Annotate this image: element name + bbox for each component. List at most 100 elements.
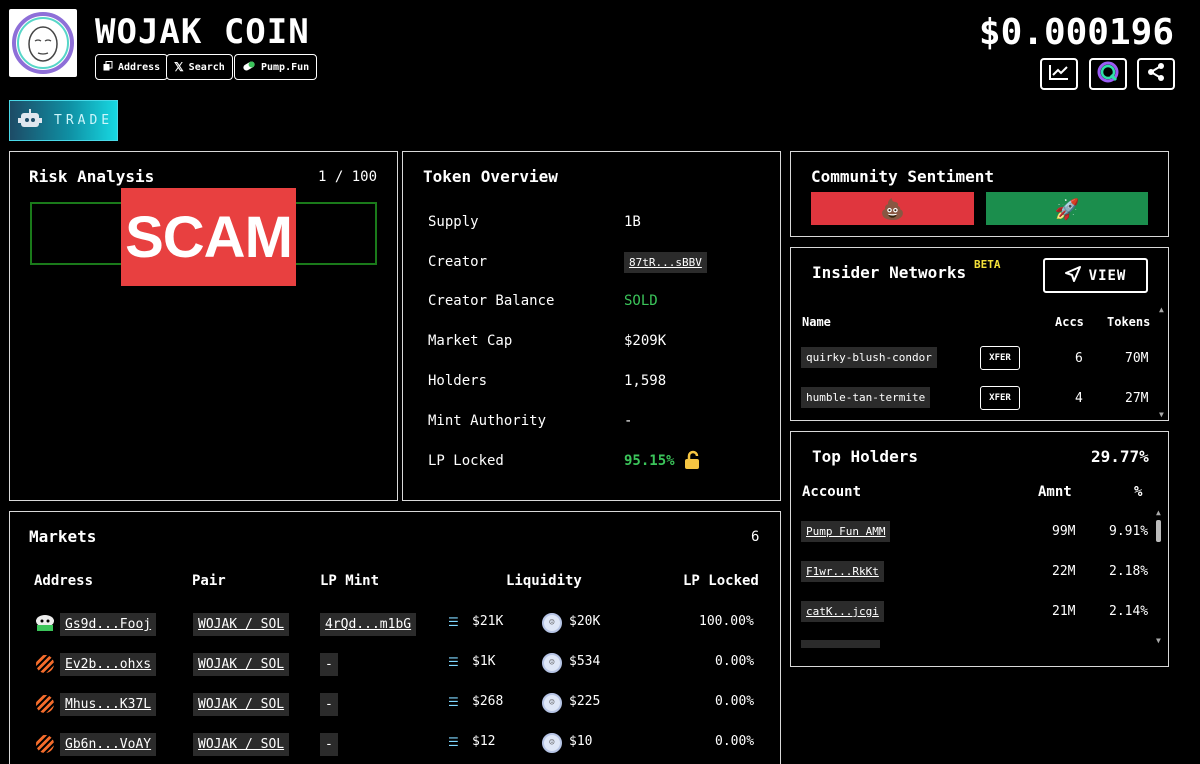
token-coin-icon: ☺: [542, 613, 562, 633]
overview-label: Creator Balance: [428, 293, 555, 309]
creator-address[interactable]: 87tR...sBBV: [624, 252, 707, 273]
sentiment-title: Community Sentiment: [811, 167, 995, 186]
market-lp-locked: 0.00%: [715, 654, 755, 669]
token-coin-icon: ☺: [542, 653, 562, 673]
holder-amount: 22M: [1052, 564, 1076, 579]
market-liquidity-sol: $268: [472, 694, 504, 709]
market-address[interactable]: Mhus...K37L: [60, 693, 157, 716]
holder-account[interactable]: F1wr...RkKt: [801, 561, 884, 582]
holder-percent: 2.18%: [1109, 564, 1149, 579]
token-coin-icon: ☺: [542, 733, 562, 753]
market-lp-locked: 0.00%: [715, 734, 755, 749]
market-pair[interactable]: WOJAK / SOL: [193, 693, 290, 716]
market-liquidity-token: $225: [569, 694, 601, 709]
market-liquidity-sol: $1K: [472, 654, 496, 669]
lock-icon: [683, 450, 703, 474]
market-pair[interactable]: WOJAK / SOL: [193, 653, 290, 676]
search-button-label: Search: [188, 61, 225, 73]
market-liquidity-sol: $21K: [472, 614, 504, 629]
insider-header-accs: Accs: [1055, 315, 1084, 329]
sol-icon: ☰: [448, 615, 459, 629]
holders-scroll-down-icon[interactable]: ▼: [1156, 636, 1161, 645]
mint-authority-value: -: [624, 413, 633, 429]
insider-tokens: 27M: [1125, 391, 1149, 406]
holders-scroll-up-icon[interactable]: ▲: [1156, 508, 1161, 517]
markets-title: Markets: [29, 527, 97, 546]
trade-button[interactable]: TRADE: [9, 100, 118, 141]
rocket-icon: 🚀: [1054, 196, 1080, 221]
holders-value: 1,598: [624, 373, 667, 389]
insider-header-name: Name: [802, 315, 831, 329]
holders-scrollbar[interactable]: [1156, 520, 1161, 542]
pumpswap-icon: [36, 655, 54, 673]
overview-title: Token Overview: [423, 167, 558, 186]
raydium-icon: [34, 614, 56, 636]
markets-header-pair: Pair: [192, 573, 226, 589]
insider-accs: 6: [1075, 351, 1083, 366]
vote-good-button[interactable]: 🚀: [986, 192, 1148, 225]
holders-header-pct: %: [1134, 484, 1143, 500]
explorer-button[interactable]: [1089, 58, 1127, 90]
holders-total: 29.77%: [1091, 447, 1149, 466]
address-button[interactable]: Address: [95, 54, 169, 80]
supply-value: 1B: [624, 214, 641, 230]
market-lp-mint: -: [320, 733, 338, 756]
token-coin-icon: ☺: [542, 693, 562, 713]
insider-title: Insider Networks: [812, 263, 967, 282]
market-liquidity-token: $20K: [569, 614, 601, 629]
pumpswap-icon: [36, 695, 54, 713]
pumpfun-button-label: Pump.Fun: [261, 61, 310, 73]
risk-score: 1 / 100: [318, 169, 378, 185]
robot-icon: [18, 108, 42, 133]
markets-panel: [9, 511, 781, 764]
creator-link[interactable]: 87tR...sBBV: [624, 252, 707, 273]
search-x-button[interactable]: 𝕏 Search: [166, 54, 233, 80]
market-pair[interactable]: WOJAK / SOL: [193, 733, 290, 756]
holder-amount: 21M: [1052, 604, 1076, 619]
pumpswap-icon: [36, 735, 54, 753]
scam-badge: SCAM: [121, 188, 296, 286]
view-insiders-button[interactable]: VIEW: [1043, 258, 1148, 293]
insider-accs: 4: [1075, 391, 1083, 406]
share-icon: [1146, 62, 1166, 86]
holder-row-partial: [801, 640, 880, 648]
insider-name[interactable]: humble-tan-termite: [801, 387, 931, 408]
explorer-logo-icon: [1097, 61, 1119, 87]
market-lp-mint[interactable]: 4rQd...m1bG: [320, 613, 417, 636]
holders-header-amnt: Amnt: [1038, 484, 1072, 500]
insider-row: quirky-blush-condor: [801, 346, 937, 368]
pumpfun-button[interactable]: Pump.Fun: [234, 54, 318, 80]
holders-title: Top Holders: [812, 447, 918, 466]
holder-account[interactable]: catK...jcgi: [801, 601, 884, 622]
insider-header-tokens: Tokens: [1107, 315, 1151, 329]
chart-button[interactable]: [1040, 58, 1078, 90]
market-address[interactable]: Gs9d...Fooj: [60, 613, 157, 636]
vote-bad-button[interactable]: 💩: [811, 192, 974, 225]
market-liquidity-sol: $12: [472, 734, 496, 749]
share-button[interactable]: [1137, 58, 1175, 90]
sol-icon: ☰: [448, 695, 459, 709]
token-price: $0.000196: [978, 12, 1174, 53]
scroll-up-icon[interactable]: ▲: [1159, 305, 1164, 314]
overview-label: Creator: [428, 254, 488, 270]
markets-count: 6: [751, 529, 760, 545]
markets-header-liquidity: Liquidity: [506, 573, 582, 589]
xfer-tag: XFER: [980, 386, 1020, 410]
market-address[interactable]: Ev2b...ohxs: [60, 653, 157, 676]
scroll-down-icon[interactable]: ▼: [1159, 410, 1164, 419]
holder-account[interactable]: Pump Fun AMM: [801, 521, 891, 542]
holder-amount: 99M: [1052, 524, 1076, 539]
overview-label: Market Cap: [428, 333, 513, 349]
market-row: Gs9d...Fooj: [60, 613, 157, 636]
token-title: WOJAK COIN: [95, 12, 310, 52]
holder-row: catK...jcgi: [801, 600, 884, 622]
lp-locked-value: 95.15%: [624, 453, 675, 469]
market-address[interactable]: Gb6n...VoAY: [60, 733, 157, 756]
market-lp-locked: 100.00%: [699, 614, 754, 629]
insider-name[interactable]: quirky-blush-condor: [801, 347, 937, 368]
holder-percent: 2.14%: [1109, 604, 1149, 619]
market-pair[interactable]: WOJAK / SOL: [193, 613, 290, 636]
send-icon: [1064, 265, 1081, 286]
market-row: Gb6n...VoAY: [60, 733, 157, 756]
creator-balance-value: SOLD: [624, 293, 658, 309]
